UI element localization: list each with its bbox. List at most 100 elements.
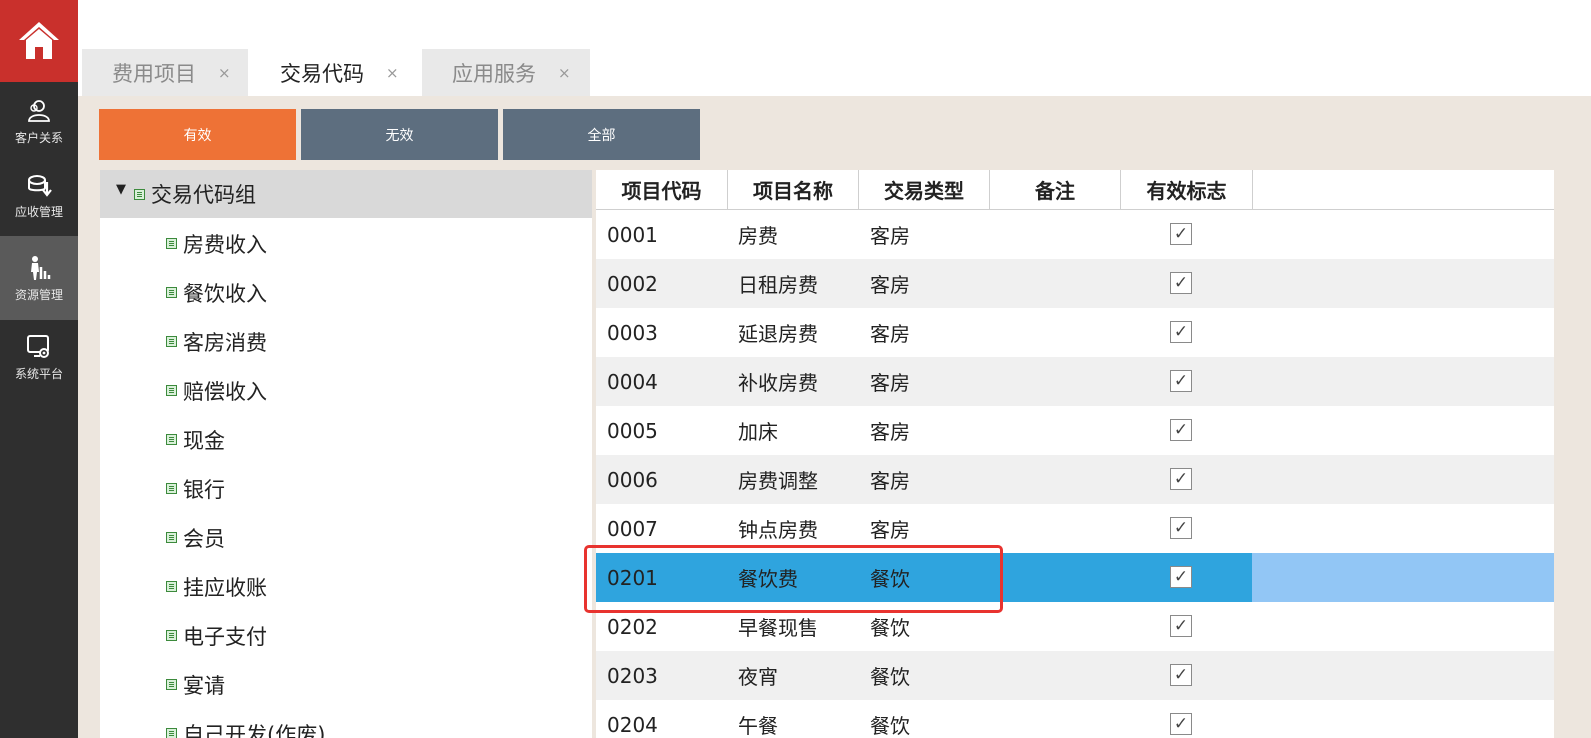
nav-item-receivables[interactable]: 应收管理 <box>0 158 78 232</box>
tree-item[interactable]: 挂应收账 <box>166 562 267 611</box>
tree-item[interactable]: 客房消费 <box>166 317 267 366</box>
valid-checkbox[interactable]: ✓ <box>1170 517 1192 539</box>
highlight-annotation-box <box>584 545 1003 613</box>
table-row[interactable]: 0002 日租房费 客房 ✓ <box>596 259 1554 308</box>
cell-type: 客房 <box>870 224 910 248</box>
nav-item-system-platform[interactable]: 系统平台 <box>0 320 78 394</box>
column-header-type[interactable]: 交易类型 <box>859 170 990 209</box>
tree-item-label: 电子支付 <box>183 624 267 649</box>
leaf-icon <box>166 630 177 641</box>
cell-code: 0203 <box>607 663 658 688</box>
cell-code: 0003 <box>607 320 658 345</box>
valid-checkbox[interactable]: ✓ <box>1170 370 1192 392</box>
filter-invalid-button[interactable]: 无效 <box>301 109 498 160</box>
home-button[interactable] <box>0 0 78 82</box>
table-row[interactable]: 0005 加床 客房 ✓ <box>596 406 1554 455</box>
cell-code: 0005 <box>607 418 658 443</box>
leaf-icon <box>166 581 177 592</box>
transaction-code-grid: 项目代码 项目名称 交易类型 备注 有效标志 0001 房费 客房 ✓ 0002… <box>596 170 1554 738</box>
cell-code: 0204 <box>607 712 658 737</box>
leaf-icon <box>166 483 177 494</box>
leaf-icon <box>166 434 177 445</box>
tree-item-label: 宴请 <box>183 673 225 698</box>
cell-code: 0006 <box>607 467 658 492</box>
close-icon[interactable]: × <box>218 64 231 82</box>
tree-item-label: 会员 <box>183 526 225 551</box>
tree-root[interactable]: ▼ 交易代码组 <box>100 170 592 218</box>
nav-item-resource-management[interactable]: 资源管理 <box>0 236 78 320</box>
valid-checkbox[interactable]: ✓ <box>1170 713 1192 735</box>
nav-label: 系统平台 <box>14 366 63 381</box>
table-row[interactable]: 0006 房费调整 客房 ✓ <box>596 455 1554 504</box>
cell-type: 餐饮 <box>870 714 910 738</box>
table-row[interactable]: 0001 房费 客房 ✓ <box>596 210 1554 259</box>
valid-checkbox[interactable]: ✓ <box>1170 566 1192 588</box>
column-header-note[interactable]: 备注 <box>990 170 1121 209</box>
cell-type: 餐饮 <box>870 665 910 689</box>
valid-checkbox[interactable]: ✓ <box>1170 664 1192 686</box>
valid-checkbox[interactable]: ✓ <box>1170 615 1192 637</box>
tree-item-label: 餐饮收入 <box>183 281 267 306</box>
tree-item[interactable]: 房费收入 <box>166 219 267 268</box>
cell-type: 客房 <box>870 322 910 346</box>
leaf-icon <box>166 336 177 347</box>
system-platform-icon <box>25 333 53 361</box>
customer-relations-icon <box>25 97 53 125</box>
tree-item[interactable]: 银行 <box>166 464 225 513</box>
home-icon <box>19 22 59 59</box>
valid-checkbox[interactable]: ✓ <box>1170 272 1192 294</box>
leaf-icon <box>166 728 177 738</box>
table-row[interactable]: 0003 延退房费 客房 ✓ <box>596 308 1554 357</box>
tree-item-label: 赔偿收入 <box>183 379 267 404</box>
expand-triangle-icon[interactable]: ▼ <box>116 182 126 197</box>
cell-name: 补收房费 <box>738 371 818 395</box>
tree-item-label: 银行 <box>183 477 225 502</box>
tab-transaction-codes[interactable]: 交易代码 × <box>250 49 420 96</box>
tree-item[interactable]: 现金 <box>166 415 225 464</box>
valid-checkbox[interactable]: ✓ <box>1170 321 1192 343</box>
tab-label: 交易代码 <box>280 61 364 86</box>
tree-item[interactable]: 宴请 <box>166 660 225 709</box>
table-row[interactable]: 0004 补收房费 客房 ✓ <box>596 357 1554 406</box>
tree-item-label: 客房消费 <box>183 330 267 355</box>
cell-type: 客房 <box>870 469 910 493</box>
valid-checkbox[interactable]: ✓ <box>1170 468 1192 490</box>
cell-name: 日租房费 <box>738 273 818 297</box>
close-icon[interactable]: × <box>558 64 571 82</box>
column-header-code[interactable]: 项目代码 <box>596 170 728 209</box>
cell-type: 客房 <box>870 420 910 444</box>
grid-header: 项目代码 项目名称 交易类型 备注 有效标志 <box>596 170 1554 210</box>
tree-item[interactable]: 会员 <box>166 513 225 562</box>
column-header-valid[interactable]: 有效标志 <box>1121 170 1253 209</box>
leaf-icon <box>166 532 177 543</box>
tree-item[interactable]: 餐饮收入 <box>166 268 267 317</box>
tab-label: 费用项目 <box>112 61 196 86</box>
tree-item[interactable]: 电子支付 <box>166 611 267 660</box>
valid-checkbox[interactable]: ✓ <box>1170 223 1192 245</box>
close-icon[interactable]: × <box>386 64 399 82</box>
valid-checkbox[interactable]: ✓ <box>1170 419 1192 441</box>
tab-expense-items[interactable]: 费用项目 × <box>82 49 248 96</box>
cell-type: 客房 <box>870 371 910 395</box>
tree-item[interactable]: 赔偿收入 <box>166 366 267 415</box>
table-row[interactable]: 0203 夜宵 餐饮 ✓ <box>596 651 1554 700</box>
leaf-icon <box>166 679 177 690</box>
tab-application-services[interactable]: 应用服务 × <box>422 49 590 96</box>
cell-code: 0001 <box>607 222 658 247</box>
cell-code: 0002 <box>607 271 658 296</box>
cell-name: 夜宵 <box>738 665 778 689</box>
tree-item-label: 现金 <box>183 428 225 453</box>
column-header-name[interactable]: 项目名称 <box>728 170 859 209</box>
table-row[interactable]: 0204 午餐 餐饮 ✓ <box>596 700 1554 738</box>
tab-label: 应用服务 <box>452 61 536 86</box>
cell-code: 0004 <box>607 369 658 394</box>
filter-all-button[interactable]: 全部 <box>503 109 700 160</box>
cell-name: 加床 <box>738 420 778 444</box>
filter-valid-button[interactable]: 有效 <box>99 109 296 160</box>
tree-item-label: 自己开发(作废) <box>183 722 326 738</box>
group-icon <box>134 188 145 200</box>
leaf-icon <box>166 238 177 249</box>
tree-root-label: 交易代码组 <box>151 183 256 207</box>
nav-item-customer-relations[interactable]: 客户关系 <box>0 84 78 158</box>
tree-item[interactable]: 自己开发(作废) <box>166 709 325 738</box>
